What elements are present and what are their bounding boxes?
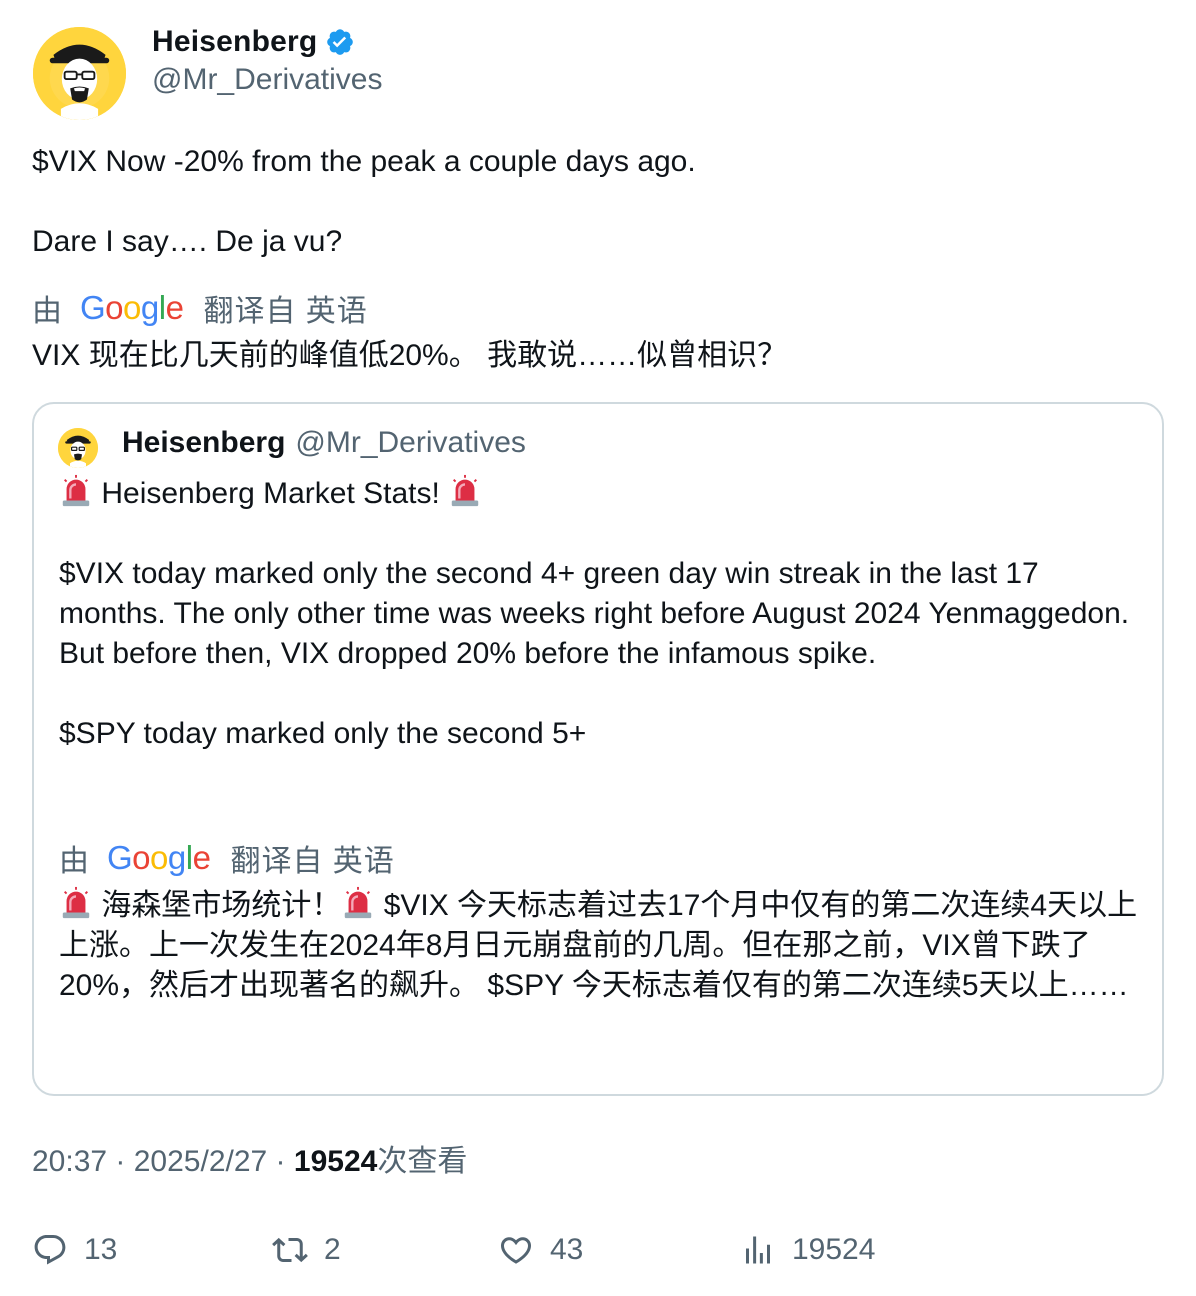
views-button[interactable]: 19524 <box>740 1228 875 1272</box>
author-avatar[interactable] <box>33 27 126 120</box>
quote-display-name: Heisenberg <box>122 426 286 459</box>
retweet-count: 2 <box>324 1233 341 1266</box>
police-siren-icon <box>341 886 375 920</box>
tweet-line-1: $VIX Now -20% from the peak a couple day… <box>32 145 696 178</box>
translate-from-label: 翻译自 英语 <box>230 845 395 878</box>
quote-paragraph-2: $SPY today marked only the second 5+ <box>59 717 587 750</box>
author-display-name[interactable]: Heisenberg <box>152 25 317 59</box>
like-button[interactable]: 43 <box>498 1228 583 1272</box>
tweet-line-2: Dare I say…. De ja vu? <box>32 225 343 258</box>
retweet-icon <box>272 1237 308 1263</box>
action-bar: 13 2 43 19524 <box>32 1228 1162 1272</box>
tweet-time[interactable]: 20:37 <box>32 1145 107 1178</box>
tweet-translated-text: VIX 现在比几天前的峰值低20%。 我敢说……似曾相识？ <box>32 339 788 372</box>
views-label: 次查看 <box>377 1145 468 1178</box>
bar-chart-icon <box>746 1236 770 1264</box>
quote-author-avatar <box>58 428 98 468</box>
translate-by-label: 由 <box>32 295 62 328</box>
google-logo: Google <box>80 289 184 326</box>
quote-translated-title: 海森堡市场统计！ <box>101 889 342 922</box>
tweet-date[interactable]: 2025/2/27 <box>134 1145 267 1178</box>
translate-from-label: 翻译自 英语 <box>203 295 368 328</box>
heart-icon <box>500 1237 532 1264</box>
heisenberg-avatar-icon <box>33 27 126 120</box>
quote-tweet-card[interactable]: Heisenberg @Mr_Derivatives Heisenberg Ma… <box>32 402 1164 1096</box>
quote-title: Heisenberg Market Stats! <box>101 477 440 510</box>
police-siren-icon <box>448 474 482 508</box>
views-count: 19524 <box>293 1145 378 1178</box>
reply-button[interactable]: 13 <box>32 1228 117 1272</box>
author-handle[interactable]: @Mr_Derivatives <box>152 63 383 97</box>
meta-separator: · <box>107 1145 134 1178</box>
quote-translation-attribution: 由 Google 翻译自 英语 <box>59 838 395 878</box>
retweet-button[interactable]: 2 <box>272 1228 341 1272</box>
quote-body: Heisenberg Market Stats! $VIX today mark… <box>59 474 1139 754</box>
verified-badge-icon[interactable] <box>325 27 355 57</box>
google-logo: Google <box>107 839 211 876</box>
views-action-count: 19524 <box>792 1233 876 1266</box>
tweet-meta: 20:37 · 2025/2/27 · 19524次查看 <box>32 1142 467 1182</box>
tweet-text: $VIX Now -20% from the peak a couple day… <box>32 142 1162 262</box>
quote-title-line: Heisenberg Market Stats! <box>59 474 1139 514</box>
quote-handle: @Mr_Derivatives <box>295 426 526 459</box>
police-siren-icon <box>59 886 93 920</box>
quote-header: Heisenberg @Mr_Derivatives <box>122 426 526 460</box>
quote-paragraph-1: $VIX today marked only the second 4+ gre… <box>59 557 1130 670</box>
reply-icon <box>34 1235 66 1265</box>
like-count: 43 <box>550 1233 584 1266</box>
reply-count: 13 <box>84 1233 118 1266</box>
translate-by-label: 由 <box>59 845 89 878</box>
translation-attribution: 由 Google 翻译自 英语 <box>32 288 368 328</box>
author-name-row: Heisenberg <box>152 22 355 62</box>
meta-separator: · <box>267 1145 294 1178</box>
police-siren-icon <box>59 474 93 508</box>
quote-translated-text: 海森堡市场统计！ $VIX 今天标志着过去17个月中仅有的第二次连续4天以上上涨… <box>59 886 1139 1006</box>
heisenberg-avatar-icon <box>58 428 98 468</box>
